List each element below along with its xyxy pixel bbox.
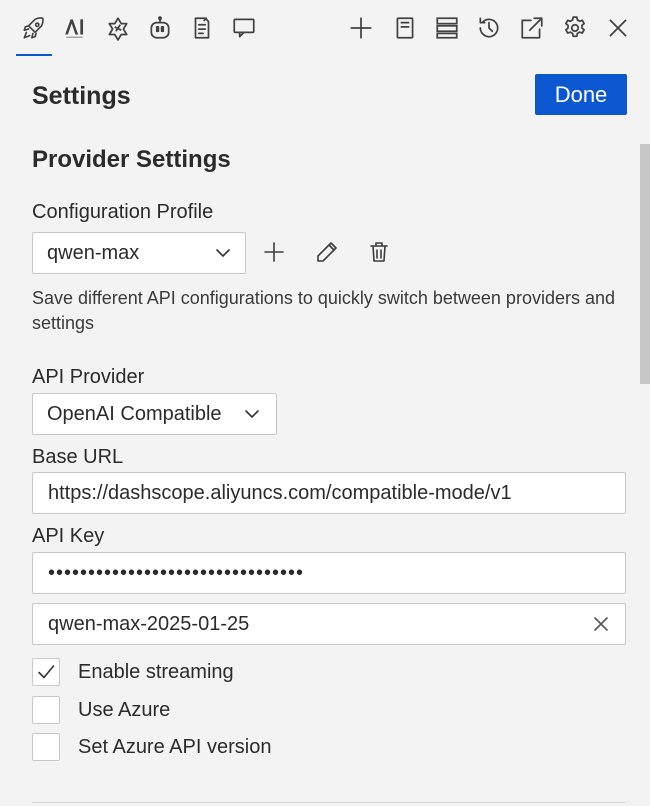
section-divider: [32, 802, 626, 803]
chat-icon[interactable]: [226, 10, 262, 46]
chevron-down-icon: [216, 249, 230, 257]
ai-code-icon[interactable]: [58, 10, 94, 46]
config-profile-label: Configuration Profile: [32, 201, 214, 223]
api-provider-value: OpenAI Compatible: [47, 402, 222, 425]
api-provider-label: API Provider: [32, 366, 145, 388]
use-azure-option[interactable]: Use Azure: [32, 695, 170, 725]
gear-icon[interactable]: [557, 10, 593, 46]
notes-icon[interactable]: [184, 10, 220, 46]
delete-profile-icon[interactable]: [365, 238, 393, 266]
top-toolbar: [0, 0, 650, 58]
history-icon[interactable]: [471, 10, 507, 46]
model-id-value: qwen-max-2025-01-25: [48, 612, 250, 635]
base-url-label: Base URL: [32, 446, 124, 468]
base-url-input[interactable]: https://dashscope.aliyuncs.com/compatibl…: [32, 472, 626, 514]
set-azure-api-version-label: Set Azure API version: [78, 735, 272, 758]
api-key-label: API Key: [32, 525, 105, 547]
robot-icon[interactable]: [142, 10, 178, 46]
close-icon[interactable]: [600, 10, 636, 46]
checkmark-icon: [38, 665, 55, 679]
use-azure-label: Use Azure: [78, 698, 171, 721]
scrollbar-thumb[interactable]: [640, 144, 650, 384]
done-button[interactable]: Done: [535, 74, 627, 115]
enable-streaming-label: Enable streaming: [78, 660, 234, 683]
settings-panel: Settings Done Provider Settings Configur…: [0, 58, 650, 806]
history-panel-icon[interactable]: [387, 10, 423, 46]
starburst-icon[interactable]: [100, 10, 136, 46]
clear-icon[interactable]: [591, 614, 611, 634]
active-tab-indicator: [16, 54, 52, 56]
enable-streaming-checkbox[interactable]: [32, 658, 60, 686]
base-url-value: https://dashscope.aliyuncs.com/compatibl…: [48, 481, 512, 504]
config-profile-description: Save different API configurations to qui…: [32, 288, 615, 333]
add-profile-icon[interactable]: [260, 238, 288, 266]
config-profile-select[interactable]: qwen-max: [32, 232, 246, 274]
section-title: Provider Settings: [32, 146, 231, 173]
set-azure-api-version-option[interactable]: Set Azure API version: [32, 732, 271, 762]
use-azure-checkbox[interactable]: [32, 696, 60, 724]
edit-profile-icon[interactable]: [313, 238, 341, 266]
open-external-icon[interactable]: [514, 10, 550, 46]
config-profile-value: qwen-max: [47, 241, 140, 264]
model-id-input[interactable]: qwen-max-2025-01-25: [32, 603, 626, 645]
chevron-down-icon: [245, 410, 259, 418]
api-key-input[interactable]: ••••••••••••••••••••••••••••••••: [32, 552, 626, 594]
server-icon[interactable]: [429, 10, 465, 46]
enable-streaming-option[interactable]: Enable streaming: [32, 657, 234, 687]
set-azure-api-version-checkbox[interactable]: [32, 733, 60, 761]
plus-icon[interactable]: [343, 10, 379, 46]
api-provider-select[interactable]: OpenAI Compatible: [32, 393, 277, 435]
page-title: Settings: [32, 82, 131, 110]
api-key-value: ••••••••••••••••••••••••••••••••: [48, 561, 305, 584]
rocket-icon[interactable]: [16, 10, 52, 46]
